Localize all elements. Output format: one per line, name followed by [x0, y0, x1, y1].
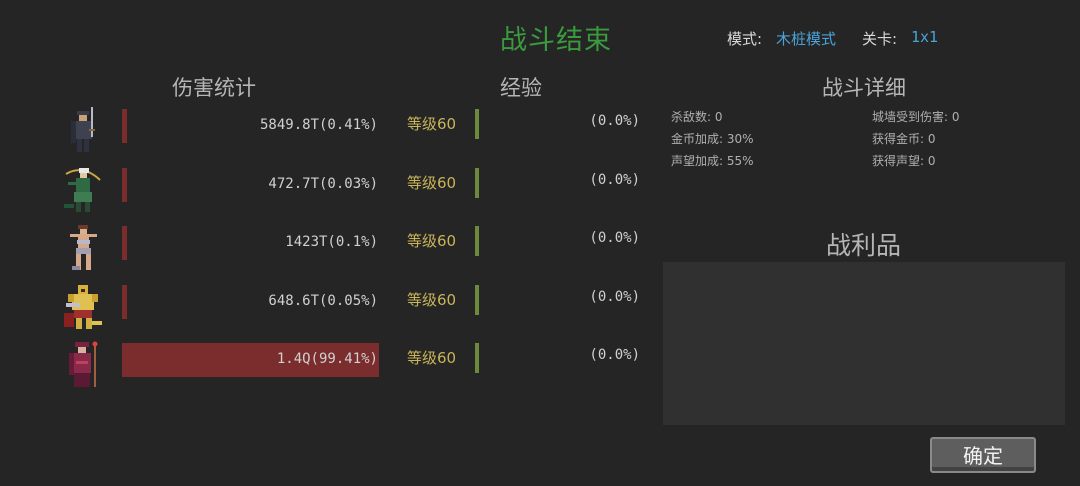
reputation-gained: 获得声望: 0	[872, 154, 936, 168]
exp-value: (0.0%)	[589, 289, 640, 305]
mode-label: 模式:	[727, 30, 763, 48]
hero-level: 等级60	[407, 349, 457, 367]
exp-bar	[475, 226, 479, 256]
exp-value: (0.0%)	[589, 113, 640, 129]
damage-bar-fill	[122, 109, 127, 143]
crimson-mage-portrait	[62, 341, 104, 389]
battle-detail-heading: 战斗详细	[822, 76, 906, 100]
hero-row: 5849.8T(0.41%) 等级60 (0.0%)	[0, 105, 660, 152]
damage-bar: 1423T(0.1%)	[122, 226, 381, 260]
golden-paladin-portrait	[62, 283, 104, 331]
hero-row: 648.6T(0.05%) 等级60 (0.0%)	[0, 281, 660, 329]
amazon-warrior-portrait	[62, 224, 104, 272]
exp-bar	[475, 343, 479, 373]
damage-bar: 1.4Q(99.41%)	[122, 343, 381, 377]
reputation-bonus: 声望加成: 55%	[671, 154, 754, 168]
stage-label: 关卡:	[862, 30, 898, 48]
dark-knight-portrait	[62, 107, 104, 155]
exp-value: (0.0%)	[589, 172, 640, 188]
kill-count: 杀敌数: 0	[671, 110, 723, 124]
exp-bar	[475, 285, 479, 315]
exp-value: (0.0%)	[589, 230, 640, 246]
hero-level: 等级60	[407, 174, 457, 192]
hero-level: 等级60	[407, 291, 457, 309]
confirm-button[interactable]: 确定	[930, 437, 1036, 473]
loot-heading: 战利品	[826, 231, 902, 260]
damage-value: 648.6T(0.05%)	[268, 293, 378, 309]
wall-damage: 城墙受到伤害: 0	[872, 110, 960, 124]
damage-value: 5849.8T(0.41%)	[259, 117, 378, 133]
damage-value: 1.4Q(99.41%)	[276, 351, 378, 367]
loot-panel	[663, 262, 1065, 425]
battle-end-title: 战斗结束	[500, 25, 612, 56]
hero-level: 等级60	[407, 232, 457, 250]
mode-value: 木桩模式	[776, 30, 837, 48]
hero-row: 1.4Q(99.41%) 等级60 (0.0%)	[0, 339, 660, 387]
damage-value: 472.7T(0.03%)	[268, 176, 378, 192]
damage-value: 1423T(0.1%)	[285, 234, 378, 250]
exp-bar	[475, 109, 479, 139]
elf-archer-portrait	[62, 166, 104, 214]
damage-bar-fill	[122, 168, 127, 202]
experience-heading: 经验	[500, 76, 542, 100]
hero-row: 472.7T(0.03%) 等级60 (0.0%)	[0, 164, 660, 212]
damage-stats-heading: 伤害统计	[172, 76, 256, 100]
gold-bonus: 金币加成: 30%	[671, 132, 754, 146]
hero-level: 等级60	[407, 115, 457, 133]
hero-row: 1423T(0.1%) 等级60 (0.0%)	[0, 222, 660, 270]
damage-bar: 472.7T(0.03%)	[122, 168, 381, 202]
damage-bar: 5849.8T(0.41%)	[122, 109, 381, 143]
damage-bar-fill	[122, 226, 127, 260]
damage-bar-fill	[122, 285, 127, 319]
gold-gained: 获得金币: 0	[872, 132, 936, 146]
exp-bar	[475, 168, 479, 198]
exp-value: (0.0%)	[589, 347, 640, 363]
damage-bar: 648.6T(0.05%)	[122, 285, 381, 319]
stage-value: 1x1	[911, 28, 939, 46]
